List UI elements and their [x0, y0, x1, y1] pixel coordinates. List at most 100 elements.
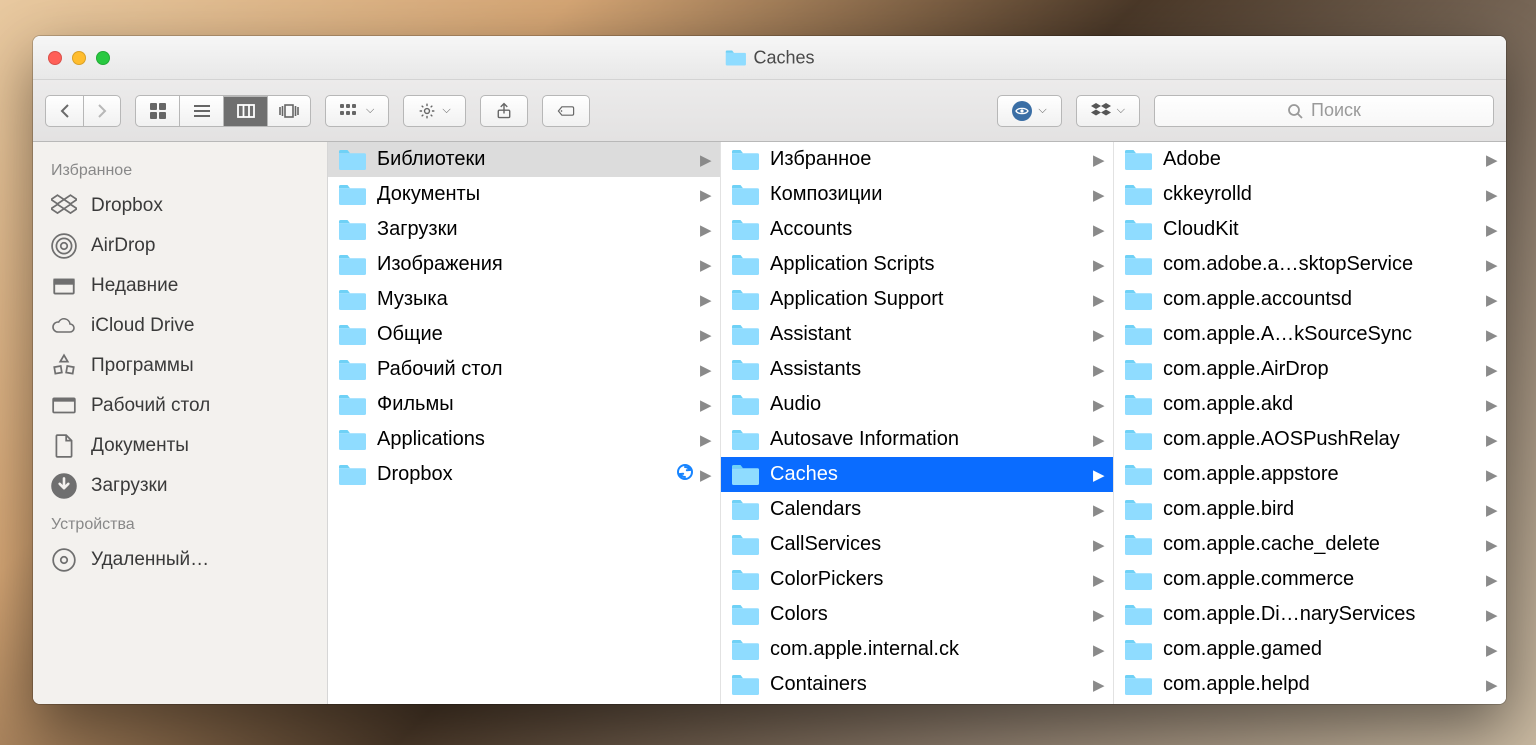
list-item[interactable]: Autosave Information▶	[721, 422, 1113, 457]
folder-icon	[1124, 219, 1152, 241]
forward-button[interactable]	[83, 95, 121, 127]
list-item[interactable]: Фильмы▶	[328, 387, 720, 422]
sidebar-item[interactable]: Программы	[33, 346, 327, 386]
item-label: Caches	[770, 463, 1093, 486]
list-item[interactable]: Dropbox▶	[328, 457, 720, 492]
icon-view-button[interactable]	[135, 95, 179, 127]
sidebar-item[interactable]: Dropbox	[33, 186, 327, 226]
sidebar-item[interactable]: AirDrop	[33, 226, 327, 266]
list-view-button[interactable]	[179, 95, 223, 127]
list-item[interactable]: Общие▶	[328, 317, 720, 352]
item-label: Загрузки	[377, 218, 700, 241]
folder-icon	[338, 359, 366, 381]
folder-icon	[338, 289, 366, 311]
minimize-button[interactable]	[72, 51, 86, 65]
share-button[interactable]	[480, 95, 528, 127]
sidebar-item[interactable]: Рабочий стол	[33, 386, 327, 426]
list-item[interactable]: Assistant▶	[721, 317, 1113, 352]
list-item[interactable]: Библиотеки▶	[328, 142, 720, 177]
list-item[interactable]: Избранное▶	[721, 142, 1113, 177]
list-item[interactable]: Композиции▶	[721, 177, 1113, 212]
list-item[interactable]: Audio▶	[721, 387, 1113, 422]
chevron-right-icon: ▶	[1093, 676, 1103, 694]
folder-icon	[1124, 359, 1152, 381]
zoom-button[interactable]	[96, 51, 110, 65]
list-item[interactable]: ckkeyrolld▶	[1114, 177, 1506, 212]
sidebar-item-label: AirDrop	[91, 235, 155, 257]
list-item[interactable]: com.apple.bird▶	[1114, 492, 1506, 527]
content-area: ИзбранноеDropboxAirDropНедавниеiCloud Dr…	[33, 142, 1506, 704]
apps-icon	[51, 353, 77, 379]
folder-icon	[338, 394, 366, 416]
folder-icon	[338, 219, 366, 241]
action-button[interactable]: ⌵	[403, 95, 465, 127]
list-item[interactable]: Calendars▶	[721, 492, 1113, 527]
list-item[interactable]: Containers▶	[721, 667, 1113, 702]
gallery-view-button[interactable]	[267, 95, 311, 127]
list-item[interactable]: CallServices▶	[721, 527, 1113, 562]
search-input[interactable]: Поиск	[1154, 95, 1494, 127]
list-item[interactable]: com.apple.A…kSourceSync▶	[1114, 317, 1506, 352]
sidebar-item[interactable]: iCloud Drive	[33, 306, 327, 346]
list-item[interactable]: ColorPickers▶	[721, 562, 1113, 597]
search-placeholder: Поиск	[1311, 100, 1361, 121]
folder-icon	[1124, 639, 1152, 661]
search-icon	[1287, 103, 1303, 119]
list-item[interactable]: com.apple.gamed▶	[1114, 632, 1506, 667]
back-button[interactable]	[45, 95, 83, 127]
dropbox-toolbar-button[interactable]: ⌵	[1076, 95, 1140, 127]
list-item[interactable]: Application Support▶	[721, 282, 1113, 317]
list-item[interactable]: com.apple.helpd▶	[1114, 667, 1506, 702]
sidebar-item[interactable]: Недавние	[33, 266, 327, 306]
list-item[interactable]: Caches▶	[721, 457, 1113, 492]
list-item[interactable]: com.apple.Di…naryServices▶	[1114, 597, 1506, 632]
privacy-button[interactable]: ⌵	[997, 95, 1061, 127]
list-item[interactable]: Загрузки▶	[328, 212, 720, 247]
folder-icon	[338, 429, 366, 451]
list-item[interactable]: com.apple.commerce▶	[1114, 562, 1506, 597]
list-item[interactable]: com.apple.akd▶	[1114, 387, 1506, 422]
sidebar-item[interactable]: Удаленный…	[33, 540, 327, 580]
close-button[interactable]	[48, 51, 62, 65]
item-label: Библиотеки	[377, 148, 700, 171]
list-item[interactable]: Документы▶	[328, 177, 720, 212]
item-label: com.apple.gamed	[1163, 638, 1486, 661]
list-item[interactable]: CloudKit▶	[1114, 212, 1506, 247]
sidebar-item[interactable]: Загрузки	[33, 466, 327, 506]
list-item[interactable]: com.apple.appstore▶	[1114, 457, 1506, 492]
list-item[interactable]: com.adobe.a…sktopService▶	[1114, 247, 1506, 282]
chevron-down-icon: ⌵	[1038, 104, 1046, 117]
list-item[interactable]: com.apple.AirDrop▶	[1114, 352, 1506, 387]
folder-icon	[1124, 464, 1152, 486]
list-item[interactable]: com.apple.internal.ck▶	[721, 632, 1113, 667]
item-label: com.apple.akd	[1163, 393, 1486, 416]
chevron-right-icon: ▶	[1486, 291, 1496, 309]
sidebar-item[interactable]: Документы	[33, 426, 327, 466]
list-item[interactable]: Изображения▶	[328, 247, 720, 282]
list-item[interactable]: Adobe▶	[1114, 142, 1506, 177]
sidebar-item-label: iCloud Drive	[91, 315, 194, 337]
chevron-right-icon: ▶	[1486, 641, 1496, 659]
sidebar-item-label: Dropbox	[91, 195, 163, 217]
list-item[interactable]: Рабочий стол▶	[328, 352, 720, 387]
chevron-right-icon: ▶	[1486, 151, 1496, 169]
list-item[interactable]: Accounts▶	[721, 212, 1113, 247]
folder-icon	[731, 499, 759, 521]
nav-buttons	[45, 95, 121, 127]
item-label: Audio	[770, 393, 1093, 416]
list-item[interactable]: com.apple.accountsd▶	[1114, 282, 1506, 317]
item-label: Общие	[377, 323, 700, 346]
list-item[interactable]: com.apple.AOSPushRelay▶	[1114, 422, 1506, 457]
column-view-button[interactable]	[223, 95, 267, 127]
item-label: Изображения	[377, 253, 700, 276]
list-item[interactable]: Colors▶	[721, 597, 1113, 632]
chevron-right-icon: ▶	[1093, 466, 1103, 484]
list-item[interactable]: Application Scripts▶	[721, 247, 1113, 282]
groupby-button[interactable]: ⌵	[325, 95, 389, 127]
list-item[interactable]: Applications▶	[328, 422, 720, 457]
list-item[interactable]: Assistants▶	[721, 352, 1113, 387]
list-item[interactable]: Музыка▶	[328, 282, 720, 317]
tags-button[interactable]	[542, 95, 590, 127]
folder-icon	[1124, 254, 1152, 276]
list-item[interactable]: com.apple.cache_delete▶	[1114, 527, 1506, 562]
